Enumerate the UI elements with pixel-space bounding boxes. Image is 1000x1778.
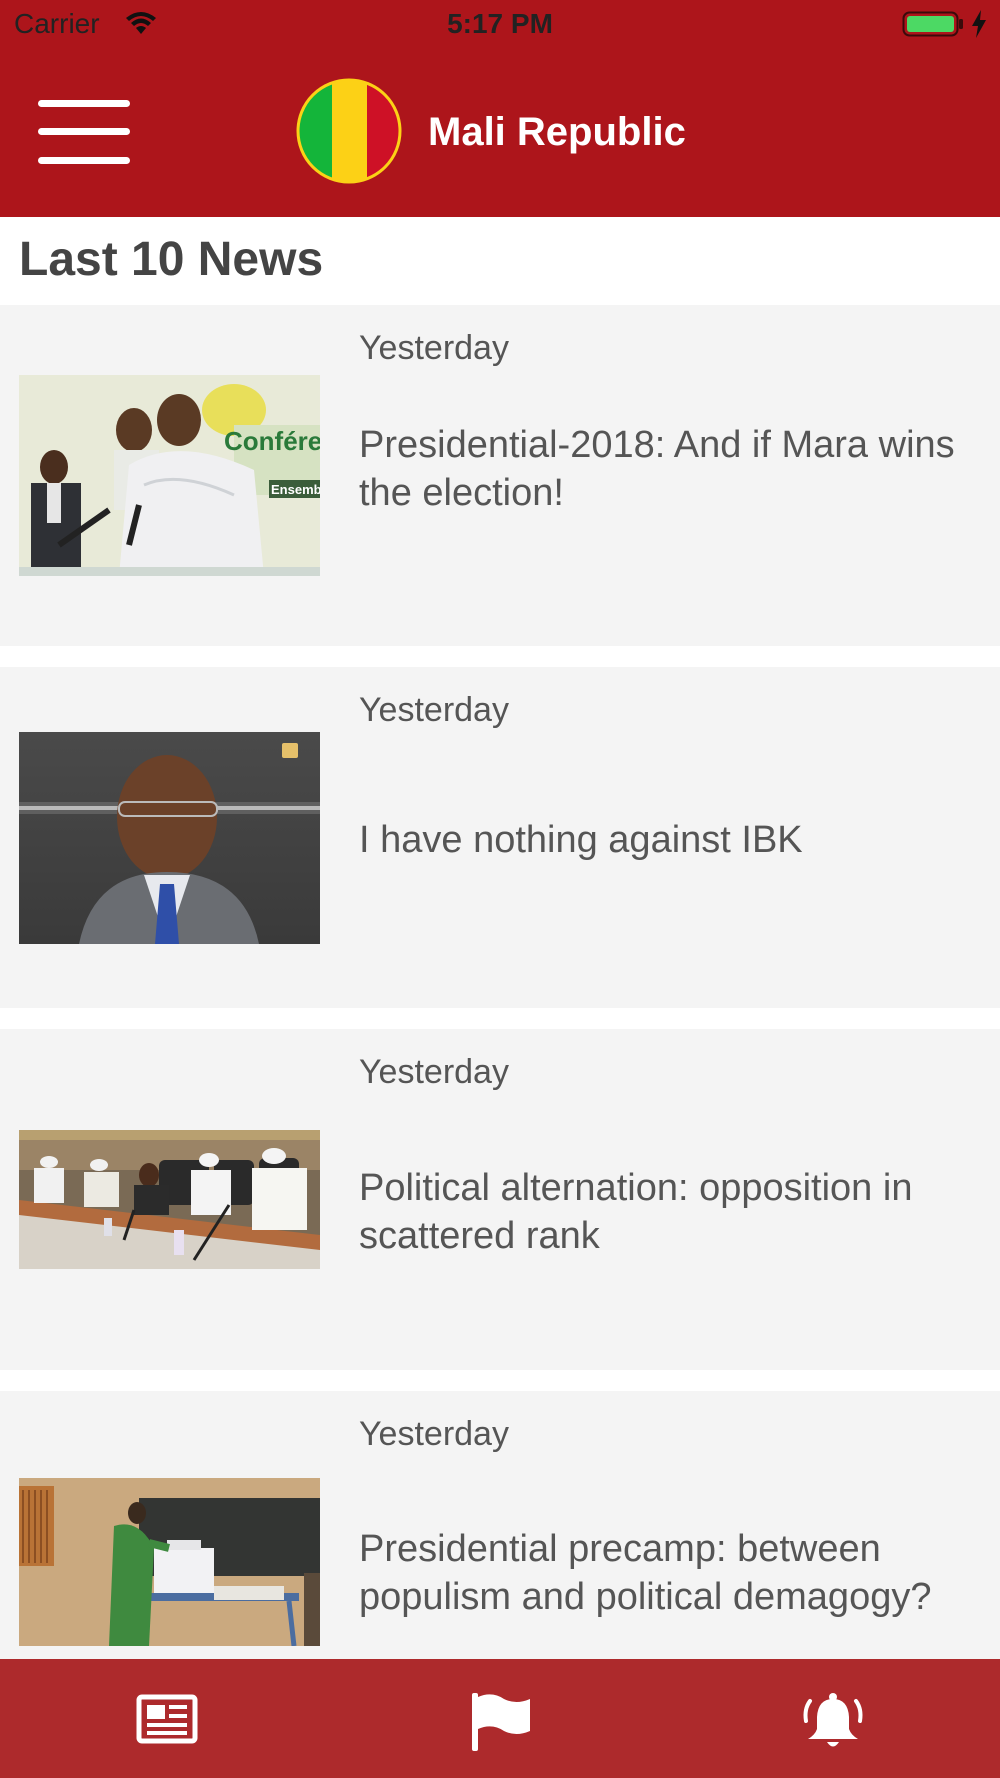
tab-bar: [0, 1659, 1000, 1778]
news-title: Presidential precamp: between populism a…: [359, 1528, 932, 1618]
tab-news[interactable]: [0, 1659, 333, 1778]
news-date: Yesterday: [359, 1053, 509, 1091]
tab-country[interactable]: [333, 1659, 666, 1778]
news-title: Political alternation: opposition in sca…: [359, 1167, 913, 1257]
svg-text:Conféren: Conféren: [224, 426, 320, 456]
status-time: 5:17 PM: [447, 8, 553, 39]
news-item[interactable]: Yesterday Conféren Ensemble: [0, 305, 1000, 646]
news-item[interactable]: Yesterday Political alternation: opposit…: [0, 1029, 1000, 1370]
status-bar: Carrier 5:17 PM: [0, 0, 1000, 50]
menu-bar: [38, 100, 130, 107]
mali-flag-icon: [296, 78, 402, 184]
flag-icon: [471, 1693, 530, 1751]
section-title: Last 10 News: [19, 233, 324, 286]
menu-button[interactable]: [36, 96, 132, 168]
bell-icon: [803, 1693, 862, 1747]
tab-notifications[interactable]: [666, 1659, 999, 1778]
battery-icon: [902, 11, 963, 37]
menu-bar: [38, 128, 130, 135]
news-title: I have nothing against IBK: [359, 819, 803, 861]
app-header: Carrier 5:17 PM Mali Republic: [0, 0, 1000, 217]
svg-text:Ensemble: Ensemble: [271, 482, 320, 497]
news-thumbnail: [19, 1130, 320, 1269]
news-item[interactable]: Yesterday I have nothing against IBK: [0, 667, 1000, 1008]
newspaper-icon: [136, 1694, 197, 1744]
menu-bar: [38, 157, 130, 164]
app-title: Mali Republic: [428, 110, 686, 154]
news-thumbnail: [19, 1478, 320, 1646]
news-date: Yesterday: [359, 691, 509, 729]
charging-bolt-icon: [972, 10, 986, 38]
news-date: Yesterday: [359, 1415, 509, 1453]
news-date: Yesterday: [359, 329, 509, 367]
news-thumbnail: Conféren Ensemble: [19, 375, 320, 576]
app-screen: Carrier 5:17 PM Mali Republic Last 10 Ne…: [0, 0, 1000, 1778]
news-thumbnail: [19, 732, 320, 944]
news-title: Presidential-2018: And if Mara wins the …: [359, 424, 955, 514]
